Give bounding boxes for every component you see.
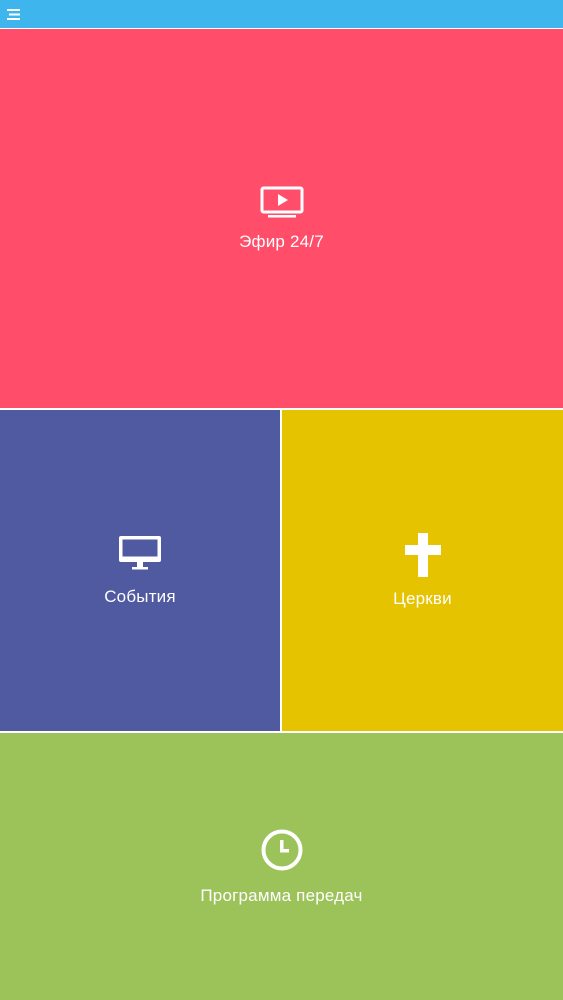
tile-live-label: Эфир 24/7	[239, 231, 324, 251]
cross-icon	[404, 532, 441, 577]
tile-schedule-label: Программа передач	[200, 885, 363, 905]
tv-play-icon	[260, 186, 304, 218]
desktop-monitor-icon	[118, 535, 162, 575]
clock-icon	[260, 828, 304, 872]
tile-churches[interactable]: Церкви	[282, 410, 563, 731]
tile-events-label: События	[104, 586, 176, 606]
app-root: Эфир 24/7 События Церкви Программа перед…	[0, 0, 563, 1000]
tile-events[interactable]: События	[0, 410, 280, 731]
tile-live[interactable]: Эфир 24/7	[0, 29, 563, 408]
tile-churches-label: Церкви	[393, 588, 452, 608]
tile-schedule[interactable]: Программа передач	[0, 733, 563, 1000]
hamburger-menu-icon[interactable]	[6, 8, 22, 21]
top-bar	[0, 0, 563, 28]
